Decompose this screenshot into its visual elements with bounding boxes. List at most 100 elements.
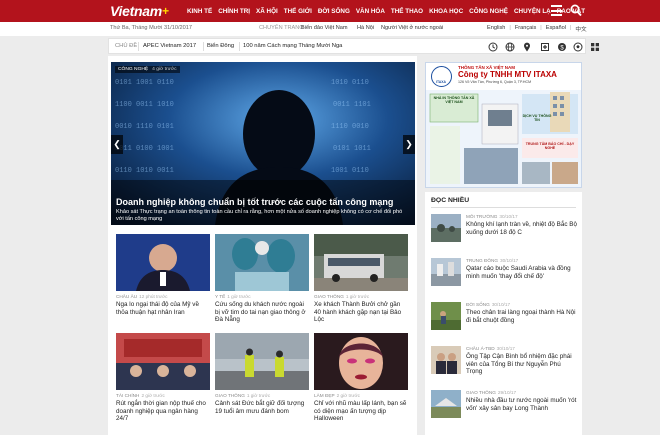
most-read-item[interactable]: CHÂU Á-TBD 30/10/17 Ông Tập Cận Bình bổ n… <box>431 346 579 380</box>
item-thumbnail <box>431 390 461 418</box>
ad-header: ITAXA THÔNG TẤN XÃ VIỆT NAM Công ty TNHH… <box>426 63 581 89</box>
card-title[interactable]: Xe khách Thành Bưởi chở gần 40 hành khác… <box>314 301 408 324</box>
most-read-panel: ĐỌC NHIỀU MÔI TRƯỜNG 30/10/17 Không khí l… <box>425 192 582 435</box>
news-card[interactable]: LÀM ĐẸP 2 giờ trước Chỉ với nhũ màu lấp l… <box>314 333 408 423</box>
svg-text:1001 0110: 1001 0110 <box>331 167 369 175</box>
location-pin-icon[interactable] <box>522 42 532 52</box>
hospital-icon[interactable] <box>540 42 550 52</box>
news-card[interactable]: CHÂU ÂU 12 phút trước Nga lo ngại thái độ… <box>116 234 210 316</box>
news-card[interactable]: GIAO THÔNG 1 giờ trước Cảnh sát Đức bắt g… <box>215 333 309 415</box>
coin-icon[interactable]: $ <box>557 42 567 52</box>
main-nav: KINH TẾ CHÍNH TRỊ XÃ HỘI THẾ GIỚI ĐỜI SỐ… <box>187 0 591 22</box>
chevron-right-icon[interactable]: ❯ <box>403 135 415 154</box>
nav-item-khoa-hoc[interactable]: KHOA HỌC <box>429 8 463 15</box>
nav-item-chuyen-la[interactable]: CHUYỆN LẠ <box>514 8 551 15</box>
topic-apec[interactable]: APEC Vietnam 2017 <box>143 43 196 49</box>
featured-link-bien-dao[interactable]: Biển đảo Việt Nam <box>301 25 348 31</box>
item-thumbnail <box>431 214 461 242</box>
item-thumbnail <box>431 302 461 330</box>
item-title[interactable]: Theo chân trai làng ngoại thành Hà Nội đ… <box>466 309 578 324</box>
news-card[interactable]: GIAO THÔNG 1 giờ trước Xe khách Thành Bưở… <box>314 234 408 324</box>
card-title[interactable]: Nga lo ngại thái độ của Mỹ về thỏa thuận… <box>116 301 210 316</box>
most-read-item[interactable]: TRUNG ĐÔNG 30/10/17 Qatar cáo buộc Saudi … <box>431 258 579 292</box>
news-card[interactable]: TÀI CHÍNH 2 giờ trước Rút ngắn thời gian … <box>116 333 210 423</box>
lang-french[interactable]: Français <box>515 25 536 33</box>
search-icon[interactable] <box>570 4 582 17</box>
nav-item-the-thao[interactable]: THỂ THAO <box>391 8 423 15</box>
nav-item-van-hoa[interactable]: VĂN HÓA <box>356 8 385 15</box>
card-title[interactable]: Rút ngắn thời gian nộp thuế cho doanh ng… <box>116 400 210 423</box>
nav-item-chinh-tri[interactable]: CHÍNH TRỊ <box>218 8 250 15</box>
card-meta: GIAO THÔNG 1 giờ trước <box>314 294 370 299</box>
hero-description: Khảo sát Thực trạng an toàn thông tin to… <box>116 209 403 222</box>
site-logo[interactable]: Vietnam+ <box>110 2 169 20</box>
card-title[interactable]: Cứu sống du khách nước ngoài bị vỡ tim d… <box>215 301 309 324</box>
featured-link-nguoi-viet[interactable]: Người Việt ở nước ngoài <box>381 25 443 31</box>
featured-link-ha-noi[interactable]: Hà Nội <box>357 25 374 31</box>
svg-text:0011 1101: 0011 1101 <box>333 101 371 109</box>
card-thumbnail <box>116 333 210 390</box>
lang-chinese[interactable]: 中文 <box>575 25 586 33</box>
card-meta: GIAO THÔNG 1 giờ trước <box>215 393 271 398</box>
language-switcher: English | Français | Español | 中文 <box>487 25 587 33</box>
card-thumbnail <box>215 333 309 390</box>
news-card[interactable]: Y TẾ 1 giờ trước Cứu sống du khách nước n… <box>215 234 309 324</box>
nav-item-doi-song[interactable]: ĐỜI SỐNG <box>318 8 350 15</box>
item-title[interactable]: Ông Tập Cận Bình bổ nhiệm đặc phái viên … <box>466 353 578 376</box>
card-title[interactable]: Cảnh sát Đức bắt giữ đối tượng 19 tuổi â… <box>215 400 309 415</box>
most-read-item[interactable]: ĐỜI SỐNG 30/10/17 Theo chân trai làng ngo… <box>431 302 579 336</box>
ad-block-nha-in: NHÀ IN THÔNG TẤN XÃ VIỆT NAM <box>433 96 475 104</box>
svg-text:0010 1110 0101: 0010 1110 0101 <box>115 123 174 131</box>
nav-item-cong-nghe[interactable]: CÔNG NGHỆ <box>469 8 508 15</box>
info-row: Thứ Ba, Tháng Mười 31/10/2017 CHUYÊN TRA… <box>0 22 660 36</box>
item-title[interactable]: Nhiều nhà đầu tư nước ngoài muốn 'rót vố… <box>466 397 578 412</box>
nav-item-the-gioi[interactable]: THẾ GIỚI <box>284 8 312 15</box>
logo-plus: + <box>161 4 169 18</box>
topic-cach-mang-thang-muoi[interactable]: 100 năm Cách mạng Tháng Mười Nga <box>243 43 342 49</box>
nav-item-kinh-te[interactable]: KINH TẾ <box>187 8 212 15</box>
featured-label: CHUYÊN TRANG <box>259 25 304 31</box>
item-thumbnail <box>431 258 461 286</box>
itaxa-logo: ITAXA <box>431 66 452 87</box>
chevron-left-icon[interactable]: ❮ <box>111 135 123 154</box>
item-title[interactable]: Không khí lạnh tràn về, nhiệt độ Bắc Bộ … <box>466 221 578 236</box>
hamburger-icon[interactable] <box>551 5 562 17</box>
svg-text:1110 0010: 1110 0010 <box>331 123 369 131</box>
ad-address: 126 Võ Văn Tần, Phường 6, Quận 3, TP.HCM <box>458 80 532 84</box>
svg-text:0110 1010 0011: 0110 1010 0011 <box>115 167 174 175</box>
svg-text:1011 0100 1001: 1011 0100 1001 <box>115 145 174 153</box>
hero-category: CÔNG NGHỆ <box>118 67 149 72</box>
top-navigation-bar: Vietnam+ KINH TẾ CHÍNH TRỊ XÃ HỘI THẾ GI… <box>0 0 660 22</box>
card-title[interactable]: Chỉ với nhũ màu lấp lánh, bạn sẽ có diện… <box>314 400 408 423</box>
item-thumbnail <box>431 346 461 374</box>
most-read-item[interactable]: MÔI TRƯỜNG 30/10/17 Không khí lạnh tràn v… <box>431 214 579 248</box>
hero-time: 4 giờ trước <box>152 67 177 72</box>
item-title[interactable]: Qatar cáo buộc Saudi Arabia và đồng minh… <box>466 265 578 280</box>
current-date: Thứ Ba, Tháng Mười 31/10/2017 <box>110 25 192 31</box>
hero-title[interactable]: Doanh nghiệp không chuẩn bị tốt trước cá… <box>116 197 411 207</box>
most-read-heading: ĐỌC NHIỀU <box>431 197 470 204</box>
card-meta: TÀI CHÍNH 2 giờ trước <box>116 393 165 398</box>
hero-slider[interactable]: 0101 1001 0110 1100 0011 1010 0010 1110 0… <box>111 62 415 225</box>
topic-bien-dong[interactable]: Biển Đông <box>207 43 234 49</box>
advertisement-banner[interactable]: ITAXA THÔNG TẤN XÃ VIỆT NAM Công ty TNHH… <box>425 62 582 188</box>
item-meta: TRUNG ĐÔNG 30/10/17 <box>466 258 519 263</box>
svg-text:1010 0110: 1010 0110 <box>331 79 369 87</box>
hero-category-badge: CÔNG NGHỆ 4 giờ trước <box>115 66 180 73</box>
card-thumbnail <box>314 234 408 291</box>
most-read-item[interactable]: GIAO THÔNG 29/10/17 Nhiều nhà đầu tư nước… <box>431 390 579 424</box>
grid-icon[interactable] <box>590 42 600 52</box>
nav-item-xa-hoi[interactable]: XÃ HỘI <box>256 8 278 15</box>
ad-company-name: Công ty TNHH MTV ITAXA <box>458 70 557 79</box>
logo-text: Vietnam <box>110 3 162 19</box>
card-meta: LÀM ĐẸP 2 giờ trước <box>314 393 360 398</box>
item-meta: GIAO THÔNG 29/10/17 <box>466 390 517 395</box>
clock-icon[interactable] <box>488 42 498 52</box>
lang-english[interactable]: English <box>487 25 505 33</box>
topics-bar: CHỦ ĐỀ APEC Vietnam 2017 Biển Đông 100 n… <box>108 38 599 54</box>
lang-spanish[interactable]: Español <box>546 25 566 33</box>
svg-text:1100 0011 1010: 1100 0011 1010 <box>115 101 174 109</box>
soccer-ball-icon[interactable] <box>573 42 583 52</box>
card-thumbnail <box>215 234 309 291</box>
globe-icon[interactable] <box>505 42 515 52</box>
